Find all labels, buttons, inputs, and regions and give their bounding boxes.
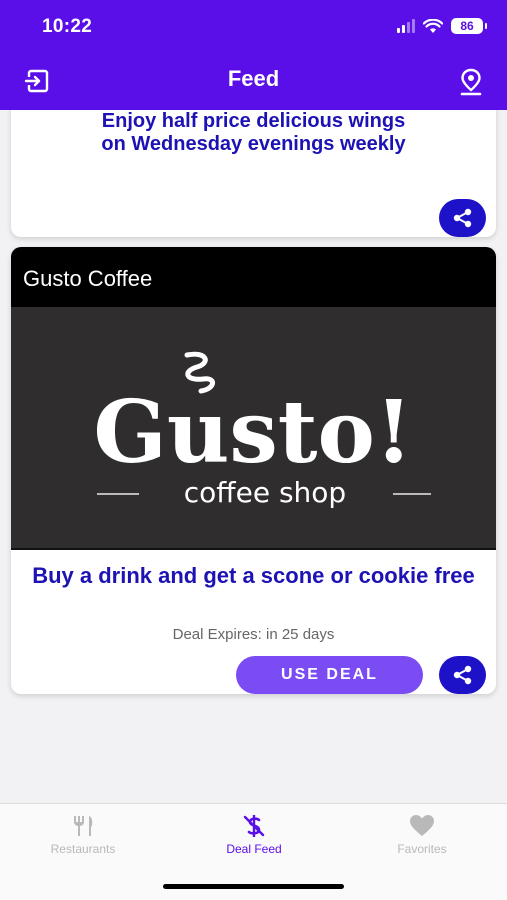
gusto-logo-graphic: Gusto! coffee shop: [93, 351, 431, 509]
deal-expiry: Deal Expires: in 25 days: [172, 626, 335, 643]
dollar-icon: [243, 815, 265, 837]
app-header: 10:22 86 Feed: [0, 0, 507, 110]
use-deal-button[interactable]: USE DEAL: [236, 656, 423, 694]
logo-main-text: Gusto!: [93, 382, 412, 483]
tab-deal-feed[interactable]: Deal Feed: [179, 814, 329, 856]
tab-label: Restaurants: [50, 842, 116, 856]
restaurant-logo: Gusto! coffee shop: [11, 307, 496, 550]
location-pin-icon[interactable]: [459, 68, 483, 96]
battery-indicator: 86: [451, 18, 487, 34]
deal-card: Enjoy half price delicious wings on Wedn…: [11, 110, 496, 237]
status-icons: 86: [397, 18, 487, 34]
wifi-icon: [423, 18, 443, 33]
cellular-signal-icon: [397, 19, 415, 33]
share-icon: [453, 665, 471, 685]
home-indicator: [163, 884, 344, 889]
tab-restaurants[interactable]: Restaurants: [8, 814, 158, 856]
logo-sub-text: coffee shop: [184, 476, 346, 509]
share-icon: [453, 208, 471, 228]
deal-promo-text: Buy a drink and get a scone or cookie fr…: [32, 563, 475, 588]
status-time: 10:22: [42, 16, 93, 37]
page-title: Feed: [227, 66, 280, 91]
heart-icon: [410, 815, 434, 836]
tab-label: Deal Feed: [226, 842, 282, 856]
fork-knife-icon: [74, 816, 93, 836]
tab-favorites[interactable]: Favorites: [347, 814, 497, 856]
restaurant-name: Gusto Coffee: [11, 247, 496, 307]
tab-label: Favorites: [397, 842, 447, 856]
deal-promo-text: Enjoy half price delicious wings on Wedn…: [101, 110, 406, 155]
share-button[interactable]: [439, 199, 486, 237]
deal-card: Gusto Coffee Gusto! coffee shop Buy a dr…: [11, 247, 496, 694]
deal-feed[interactable]: Enjoy half price delicious wings on Wedn…: [0, 110, 507, 803]
share-button[interactable]: [439, 656, 486, 694]
